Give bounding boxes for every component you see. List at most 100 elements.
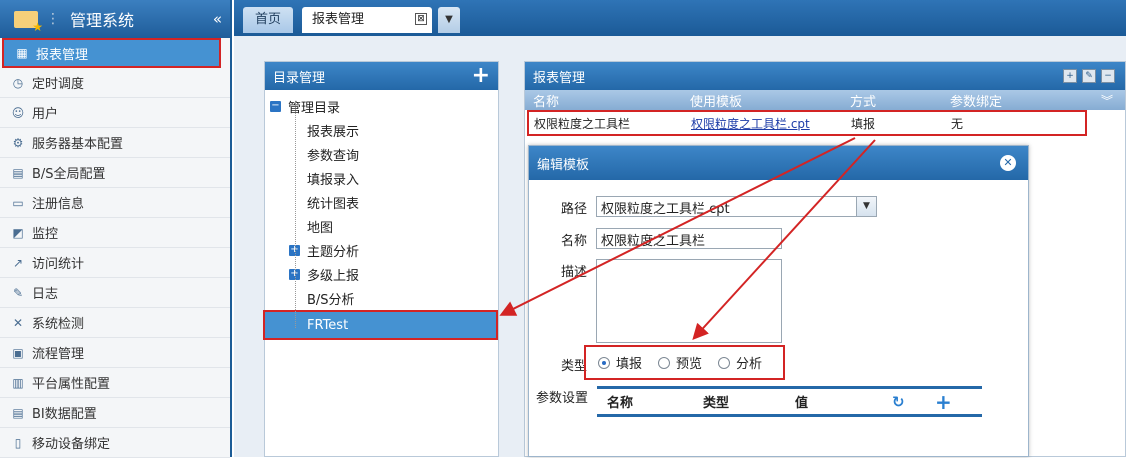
settings-icon: ▥: [12, 375, 24, 390]
sidebar-item-label: 流程管理: [32, 347, 85, 362]
sidebar-item-monitor[interactable]: ◩ 监控: [0, 218, 230, 248]
report-title: 报表管理: [533, 70, 586, 86]
collapse-icon[interactable]: −: [270, 100, 281, 112]
tree-group[interactable]: + 主题分析: [265, 238, 498, 262]
col-binding: 参数绑定: [950, 94, 1003, 110]
sidebar-item-label: 日志: [32, 287, 59, 302]
row-template-link[interactable]: 权限粒度之工具栏.cpt: [691, 115, 810, 132]
dialog-title: 编辑模板: [537, 157, 590, 173]
tree-node[interactable]: 报表展示: [265, 118, 498, 142]
name-field[interactable]: 权限粒度之工具栏: [596, 228, 782, 249]
tree-group[interactable]: + 多级上报: [265, 262, 498, 286]
sidebar-item-label: 访问统计: [32, 257, 85, 272]
sidebar-item-label: 监控: [32, 227, 59, 242]
sidebar-item-registration[interactable]: ▭ 注册信息: [0, 188, 230, 218]
tree-node-label: 多级上报: [307, 268, 360, 284]
directory-tree: − 管理目录 报表展示 参数查询 填报录入 统计图表 地图 + 主题分析 + 多级上报…: [263, 90, 498, 340]
tree-guide-line: [295, 102, 296, 328]
add-report-icon[interactable]: +: [1063, 69, 1077, 83]
tree-node-label: 统计图表: [307, 196, 360, 212]
sidebar-item-users[interactable]: ☺ 用户: [0, 98, 230, 128]
directory-panel: 目录管理 + − 管理目录 报表展示 参数查询 填报录入 统计图表 地图 + 主题分…: [263, 61, 499, 457]
sidebar-item-label: 移动设备绑定: [32, 437, 111, 452]
monitor-icon: ◩: [12, 225, 24, 240]
sidebar-item-label: 平台属性配置: [32, 377, 111, 392]
tab-home[interactable]: 首页: [243, 7, 293, 33]
sidebar-item-system-check[interactable]: ✕ 系统检测: [0, 308, 230, 338]
add-param-icon[interactable]: +: [935, 390, 952, 414]
chart-icon: ↗: [12, 255, 24, 270]
user-icon: ☺: [11, 105, 25, 120]
sidebar-item-label: 用户: [32, 107, 59, 122]
tree-node-label: 填报录入: [307, 172, 360, 188]
register-icon: ▭: [12, 195, 24, 210]
directory-header: 目录管理 +: [265, 62, 498, 90]
sidebar-item-label: B/S全局配置: [32, 167, 106, 182]
radio-label: 预览: [676, 357, 703, 372]
tab-bar: 首页 报表管理 ⊠ ▼: [234, 0, 1126, 36]
expand-header-icon[interactable]: ︾: [1101, 92, 1113, 109]
report-header: 报表管理 + ✎ −: [525, 62, 1125, 90]
tree-node-label: B/S分析: [307, 292, 355, 308]
col-template: 使用模板: [690, 94, 743, 110]
edit-report-icon[interactable]: ✎: [1082, 69, 1096, 83]
sidebar-item-platform[interactable]: ▥ 平台属性配置: [0, 368, 230, 398]
chevron-down-icon[interactable]: ▼: [856, 197, 876, 216]
sidebar-item-server-config[interactable]: ⚙ 服务器基本配置: [0, 128, 230, 158]
tree-node-label: 主题分析: [307, 244, 360, 260]
close-icon[interactable]: ✕: [1000, 155, 1016, 171]
report-table-header: 名称 使用模板 方式 参数绑定 ︾: [525, 90, 1125, 110]
refresh-icon[interactable]: ↻: [892, 393, 905, 411]
delete-report-icon[interactable]: −: [1101, 69, 1115, 83]
add-directory-icon[interactable]: +: [472, 65, 490, 87]
sidebar-item-schedule[interactable]: ◷ 定时调度: [0, 68, 230, 98]
tree-node[interactable]: 参数查询: [265, 142, 498, 166]
type-radio-group: 填报 预览 分析: [584, 345, 785, 380]
tab-report-management[interactable]: 报表管理 ⊠: [302, 7, 432, 33]
sidebar-item-bs-config[interactable]: ▤ B/S全局配置: [0, 158, 230, 188]
param-col-value: 值: [795, 396, 809, 411]
type-radio-analysis[interactable]: 分析: [718, 353, 762, 372]
sidebar-item-label: 系统检测: [32, 317, 85, 332]
sidebar-item-access-stats[interactable]: ↗ 访问统计: [0, 248, 230, 278]
tree-node[interactable]: 地图: [265, 214, 498, 238]
sidebar-menu: ▦ 报表管理 ◷ 定时调度 ☺ 用户 ⚙ 服务器基本配置 ▤ B/S全局配置 ▭ 注册信息 …: [0, 38, 230, 458]
col-mode: 方式: [850, 94, 877, 110]
tree-root[interactable]: − 管理目录: [265, 94, 498, 118]
tree-node-label: FRTest: [307, 317, 349, 333]
sidebar-item-log[interactable]: ✎ 日志: [0, 278, 230, 308]
flow-icon: ▣: [12, 345, 24, 360]
tree-node-label: 参数查询: [307, 148, 360, 164]
radio-icon: [598, 356, 610, 369]
row-binding: 无: [951, 116, 964, 131]
tree-node[interactable]: 填报录入: [265, 166, 498, 190]
type-radio-preview[interactable]: 预览: [658, 353, 702, 372]
table-row[interactable]: 权限粒度之工具栏 权限粒度之工具栏.cpt 填报 无: [527, 110, 1087, 136]
tree-node[interactable]: B/S分析: [265, 286, 498, 310]
close-tab-icon[interactable]: ⊠: [415, 13, 427, 25]
type-radio-fill[interactable]: 填报: [598, 353, 642, 372]
folder-star-icon: [14, 10, 43, 34]
sidebar-item-mobile[interactable]: ▯ 移动设备绑定: [0, 428, 230, 458]
directory-title: 目录管理: [273, 70, 326, 86]
tree-node[interactable]: 统计图表: [265, 190, 498, 214]
row-mode: 填报: [851, 116, 876, 131]
log-icon: ✎: [12, 285, 24, 300]
name-label: 名称: [561, 234, 588, 249]
sidebar-item-report-management[interactable]: ▦ 报表管理: [2, 38, 221, 68]
path-select[interactable]: 权限粒度之工具栏.cpt ▼: [596, 196, 877, 217]
tools-icon: ✕: [12, 315, 24, 330]
collapse-sidebar-icon[interactable]: «: [213, 10, 222, 28]
sidebar-item-flow[interactable]: ▣ 流程管理: [0, 338, 230, 368]
sidebar-item-label: 注册信息: [32, 197, 85, 212]
tab-dropdown-button[interactable]: ▼: [438, 7, 460, 33]
row-name: 权限粒度之工具栏: [534, 116, 631, 131]
app-header: ⋮ 管理系统 «: [0, 0, 230, 38]
param-col-type: 类型: [703, 396, 730, 411]
separator: ⋮: [46, 11, 60, 27]
tree-node-selected[interactable]: FRTest: [263, 310, 498, 340]
description-textarea[interactable]: [596, 259, 782, 343]
sidebar: ⋮ 管理系统 « ▦ 报表管理 ◷ 定时调度 ☺ 用户 ⚙ 服务器基本配置 ▤ B/S全局…: [0, 0, 232, 458]
sidebar-item-bi-data[interactable]: ▤ BI数据配置: [0, 398, 230, 428]
radio-icon: [718, 356, 731, 369]
